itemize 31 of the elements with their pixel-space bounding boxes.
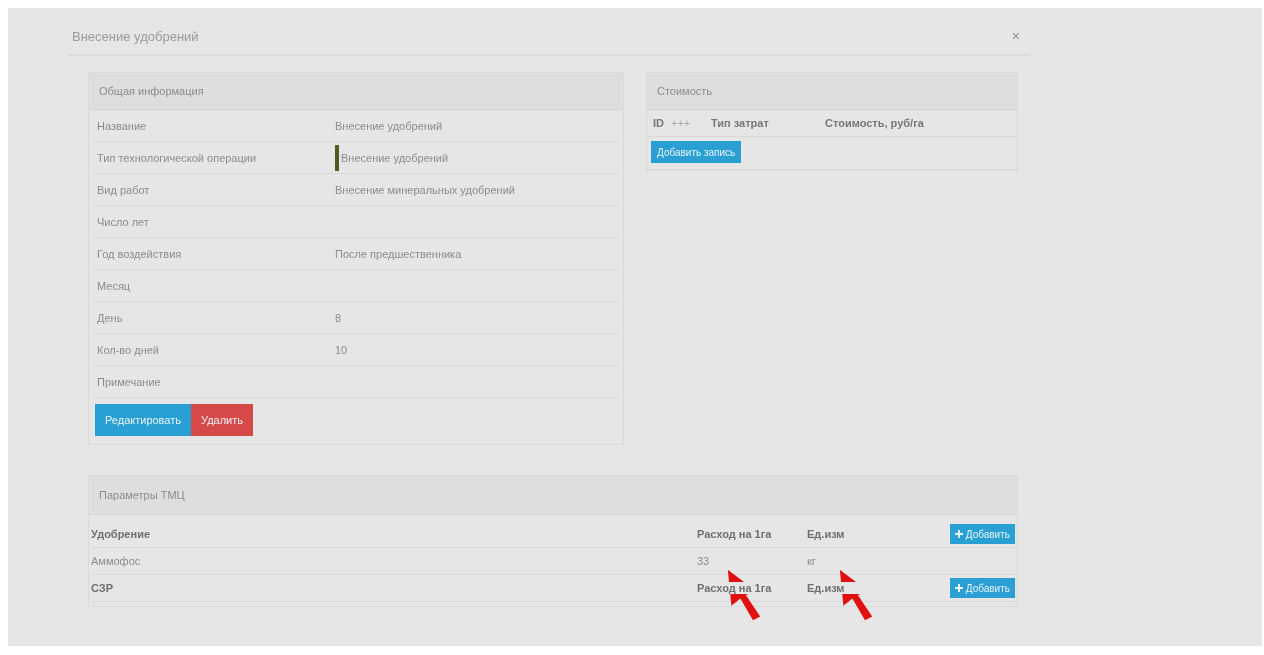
add-record-button[interactable]: Добавить запись xyxy=(651,141,742,163)
field-value: Внесение удобрений xyxy=(341,151,449,164)
field-label: Вид работ xyxy=(97,183,151,196)
field-label: Число лет xyxy=(97,215,150,228)
field-label: Месяц xyxy=(97,279,132,292)
field-value: Внесение минеральных удобрений xyxy=(335,183,515,196)
plus-icon xyxy=(954,583,963,592)
panel-title: Стоимость xyxy=(657,85,713,97)
field-label: Название xyxy=(97,119,148,132)
plus-icon xyxy=(954,529,963,538)
add-button[interactable]: Добавить xyxy=(949,578,1015,598)
column-header: +++ xyxy=(671,117,692,129)
field-label: День xyxy=(97,311,124,324)
field-label: Тип технологической операции xyxy=(97,151,258,164)
field-label: Год воздействия xyxy=(97,247,183,260)
field-value: После предшественника xyxy=(335,247,462,260)
field-value: 10 xyxy=(335,343,348,356)
add-button[interactable]: Добавить xyxy=(949,524,1015,544)
field-value: 8 xyxy=(335,311,342,324)
column-header: ID xyxy=(653,117,665,129)
field-label: Кол-во дней xyxy=(97,343,160,356)
edit-button[interactable]: Редактировать xyxy=(95,404,191,436)
panel-title: Параметры ТМЦ xyxy=(99,489,185,501)
column-header: Стоимость, руб/га xyxy=(825,117,924,129)
panel-title: Общая информация xyxy=(99,85,204,97)
dialog-title: Внесение удобрений xyxy=(72,28,199,44)
close-button[interactable]: × xyxy=(1005,28,1026,44)
delete-button[interactable]: Удалить xyxy=(191,404,253,436)
field-value: Внесение удобрений xyxy=(335,119,443,132)
field-label: Примечание xyxy=(97,375,162,388)
column-header: Тип затрат xyxy=(711,117,770,129)
